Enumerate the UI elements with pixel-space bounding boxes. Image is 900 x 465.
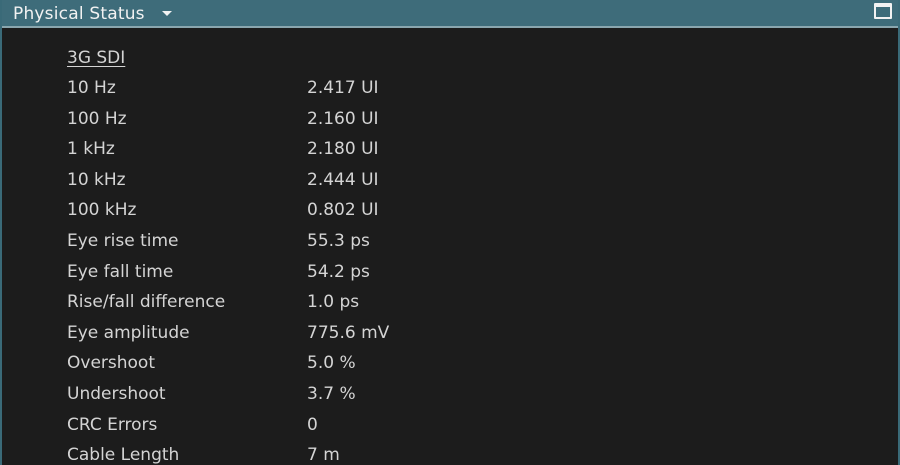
status-row: Undershoot 3.7 %	[67, 382, 767, 413]
row-label: Eye fall time	[67, 261, 174, 282]
row-label: Rise/fall difference	[67, 292, 226, 313]
status-row: Eye fall time 54.2 ps	[67, 260, 767, 291]
panel-titlebar: Physical Status	[2, 0, 898, 28]
status-row: Eye amplitude 775.6 mV	[67, 321, 767, 352]
row-label: 10 kHz	[67, 169, 126, 190]
row-value: 775.6 mV	[307, 322, 390, 343]
row-value: 5.0 %	[307, 353, 356, 374]
row-label: CRC Errors	[67, 414, 158, 435]
row-value: 1.0 ps	[307, 292, 360, 313]
status-row: Overshoot 5.0 %	[67, 351, 767, 382]
panel-content: 3G SDI 10 Hz 2.417 UI 100 Hz 2.160 UI 1 …	[2, 28, 898, 465]
status-row: 10 Hz 2.417 UI	[67, 76, 767, 107]
status-row: Cable Length 7 m	[67, 443, 767, 465]
status-row: Eye rise time 55.3 ps	[67, 229, 767, 260]
row-value: 2.444 UI	[307, 169, 379, 190]
row-label: Overshoot	[67, 353, 155, 374]
row-value: 54.2 ps	[307, 261, 370, 282]
status-list: 10 Hz 2.417 UI 100 Hz 2.160 UI 1 kHz 2.1…	[67, 76, 767, 465]
row-value: 2.160 UI	[307, 108, 379, 129]
maximize-icon[interactable]	[874, 3, 892, 19]
chevron-down-icon[interactable]	[162, 11, 172, 16]
status-row: CRC Errors 0	[67, 413, 767, 444]
row-label: Cable Length	[67, 445, 180, 465]
status-row: 100 Hz 2.160 UI	[67, 107, 767, 138]
row-label: Eye rise time	[67, 230, 179, 251]
status-row: Rise/fall difference 1.0 ps	[67, 290, 767, 321]
row-value: 0	[307, 414, 318, 435]
row-label: 10 Hz	[67, 78, 116, 98]
physical-status-panel: Physical Status 3G SDI 10 Hz 2.417 UI 10…	[0, 0, 900, 465]
status-row: 100 kHz 0.802 UI	[67, 198, 767, 229]
row-value: 3.7 %	[307, 383, 356, 404]
status-row: 10 kHz 2.444 UI	[67, 168, 767, 199]
row-label: 100 Hz	[67, 108, 127, 129]
row-label: 100 kHz	[67, 200, 137, 221]
section-header-3g-sdi: 3G SDI	[67, 48, 126, 68]
row-label: 1 kHz	[67, 139, 115, 160]
row-value: 2.180 UI	[307, 139, 379, 160]
row-value: 7 m	[307, 445, 340, 465]
row-value: 2.417 UI	[307, 78, 379, 98]
row-value: 55.3 ps	[307, 230, 370, 251]
row-value: 0.802 UI	[307, 200, 379, 221]
row-label: Eye amplitude	[67, 322, 190, 343]
status-row: 1 kHz 2.180 UI	[67, 137, 767, 168]
panel-title[interactable]: Physical Status	[13, 4, 145, 24]
row-label: Undershoot	[67, 383, 166, 404]
